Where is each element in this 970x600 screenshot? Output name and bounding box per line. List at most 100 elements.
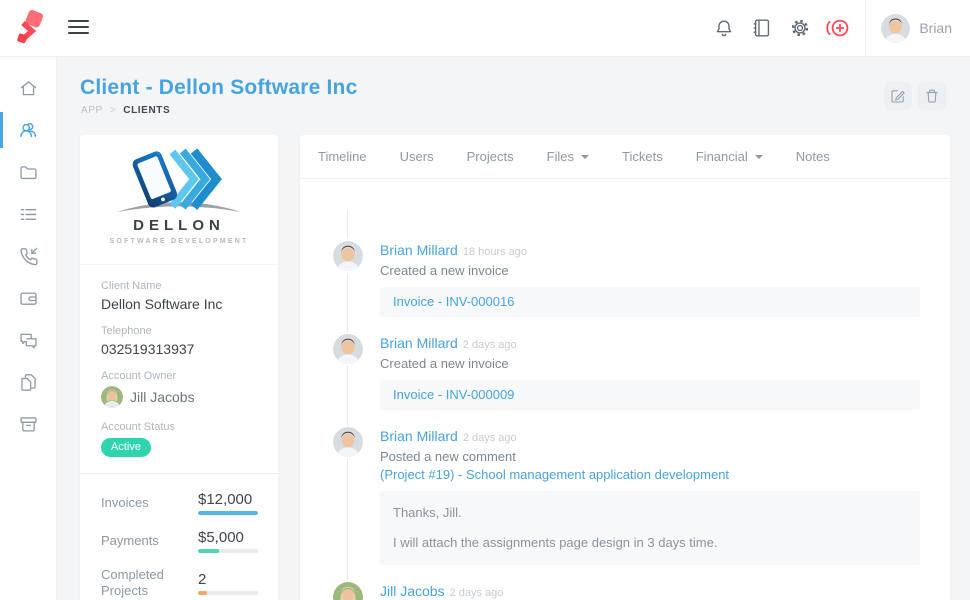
account-status-field: Account Status Active xyxy=(101,421,257,457)
tab-projects[interactable]: Projects xyxy=(467,149,514,164)
sidebar-item-archive[interactable] xyxy=(0,403,56,445)
tab-financial[interactable]: Financial xyxy=(696,149,763,164)
stat-invoices: Invoices $12,000 xyxy=(101,491,258,515)
field-value: 032519313937 xyxy=(101,341,257,357)
chat-icon xyxy=(18,330,39,351)
progress-bar xyxy=(198,549,258,553)
app-window: Brian xyxy=(0,0,970,600)
breadcrumb: APP > CLIENTS xyxy=(81,105,170,116)
brian-avatar xyxy=(333,334,363,364)
author-link[interactable]: Brian Millard xyxy=(380,242,458,258)
sidebar-item-messages[interactable] xyxy=(0,319,56,361)
stat-payments: Payments $5,000 xyxy=(101,529,258,553)
action-text: Created a new invoice xyxy=(380,262,920,279)
clients-icon xyxy=(17,119,39,141)
quick-add-icon[interactable] xyxy=(819,0,857,56)
timeline-entry: Jill Jacobs2 days agoPosted a new commen… xyxy=(333,582,920,600)
comment-card: Thanks, Jill. I will attach the assignmen… xyxy=(380,491,920,565)
status-badge: Active xyxy=(101,438,151,457)
timeline-list: Brian Millard 18 hours ago Created a new i… xyxy=(300,179,950,600)
field-label: Telephone xyxy=(101,325,257,337)
sidebar-item-clients[interactable] xyxy=(0,109,56,151)
brian-avatar xyxy=(333,427,363,457)
breadcrumb-root[interactable]: APP xyxy=(81,105,103,116)
sidebar-nav xyxy=(0,57,57,600)
sidebar-item-documents[interactable] xyxy=(0,361,56,403)
action-text: Created a new invoice xyxy=(380,355,920,372)
sidebar-item-calls[interactable] xyxy=(0,235,56,277)
owner-name[interactable]: Jill Jacobs xyxy=(130,389,195,405)
tab-tickets[interactable]: Tickets xyxy=(622,149,663,164)
author-link[interactable]: Brian Millard xyxy=(380,428,458,444)
field-label: Account Owner xyxy=(101,370,257,382)
tab-notes[interactable]: Notes xyxy=(796,149,830,164)
client-details: Client Name Dellon Software Inc Telephon… xyxy=(80,265,278,474)
invoice-card: Invoice - INV-000009 xyxy=(380,380,920,410)
edit-client-button[interactable] xyxy=(884,82,912,110)
sidebar-item-home[interactable] xyxy=(0,67,56,109)
sidebar-item-payments[interactable] xyxy=(0,277,56,319)
archive-box-icon xyxy=(18,414,39,435)
sidebar-item-projects[interactable] xyxy=(0,151,56,193)
stat-value: $12,000 xyxy=(198,491,258,508)
timestamp: 2 days ago xyxy=(450,587,504,599)
notifications-bell-icon[interactable] xyxy=(705,0,743,56)
client-name-field: Client Name Dellon Software Inc xyxy=(101,280,257,312)
progress-bar xyxy=(198,591,258,595)
project-link[interactable]: (Project #19) - School management applic… xyxy=(380,466,920,483)
dellon-logo-graphic xyxy=(104,143,254,219)
timestamp: 18 hours ago xyxy=(463,246,527,258)
stat-value: $5,000 xyxy=(198,529,258,546)
author-link[interactable]: Jill Jacobs xyxy=(380,583,445,599)
client-stats: Invoices $12,000 Payments $5,000 Complet… xyxy=(80,474,278,600)
sidebar-item-tasks[interactable] xyxy=(0,193,56,235)
stat-completed-projects: Completed Projects 2 xyxy=(101,567,258,599)
edit-pencil-icon xyxy=(890,88,906,104)
page-title: Client - Dellon Software Inc xyxy=(80,76,357,100)
comment-line: I will attach the assignments page desig… xyxy=(393,535,907,551)
phone-incoming-icon xyxy=(18,246,39,267)
trash-icon xyxy=(924,88,940,104)
timeline-entry: Brian Millard 18 hours ago Created a new i… xyxy=(333,241,920,317)
list-icon xyxy=(18,204,39,225)
chevron-down-icon xyxy=(581,155,589,159)
wallet-icon xyxy=(18,288,39,309)
settings-gear-icon[interactable] xyxy=(781,0,819,56)
brian-avatar xyxy=(333,241,363,271)
client-detail-card: Timeline Users Projects Files Tickets Fi… xyxy=(300,135,950,600)
action-text: Posted a new comment xyxy=(380,448,920,465)
stat-value: 2 xyxy=(198,571,258,588)
delete-client-button[interactable] xyxy=(918,82,946,110)
field-value: Dellon Software Inc xyxy=(101,296,257,312)
tab-timeline[interactable]: Timeline xyxy=(318,149,367,164)
account-owner-field: Account Owner Jill Jacobs xyxy=(101,370,257,408)
main-content: Client - Dellon Software Inc APP > CLIEN… xyxy=(57,57,970,600)
field-label: Client Name xyxy=(101,280,257,292)
invoice-card: Invoice - INV-000016 xyxy=(380,287,920,317)
contacts-book-icon[interactable] xyxy=(743,0,781,56)
timeline-entry: Brian Millard2 days agoPosted a new comm… xyxy=(333,427,920,565)
home-icon xyxy=(18,78,39,99)
menu-toggle-icon[interactable] xyxy=(68,20,89,36)
jill-avatar xyxy=(333,582,363,600)
folder-icon xyxy=(18,162,39,183)
app-logo-icon[interactable] xyxy=(14,10,46,46)
comment-line: Thanks, Jill. xyxy=(393,505,907,521)
telephone-field: Telephone 032519313937 xyxy=(101,325,257,357)
tab-users[interactable]: Users xyxy=(400,149,434,164)
breadcrumb-separator: > xyxy=(110,105,116,116)
tab-bar: Timeline Users Projects Files Tickets Fi… xyxy=(300,135,950,179)
owner-avatar xyxy=(101,386,123,408)
client-summary-card: DELLON SOFTWARE DEVELOPMENT Client Name … xyxy=(80,135,278,600)
breadcrumb-current[interactable]: CLIENTS xyxy=(123,105,170,116)
progress-bar xyxy=(198,511,258,515)
user-menu[interactable]: Brian xyxy=(866,14,970,43)
invoice-link[interactable]: Invoice - INV-000009 xyxy=(393,387,514,402)
invoice-link[interactable]: Invoice - INV-000016 xyxy=(393,294,514,309)
topbar-actions: Brian xyxy=(705,0,970,56)
author-link[interactable]: Brian Millard xyxy=(380,335,458,351)
copy-pages-icon xyxy=(18,372,39,393)
tab-files[interactable]: Files xyxy=(547,149,589,164)
user-name: Brian xyxy=(919,20,952,36)
timeline-entry: Brian Millard2 days agoCreated a new inv… xyxy=(333,334,920,410)
